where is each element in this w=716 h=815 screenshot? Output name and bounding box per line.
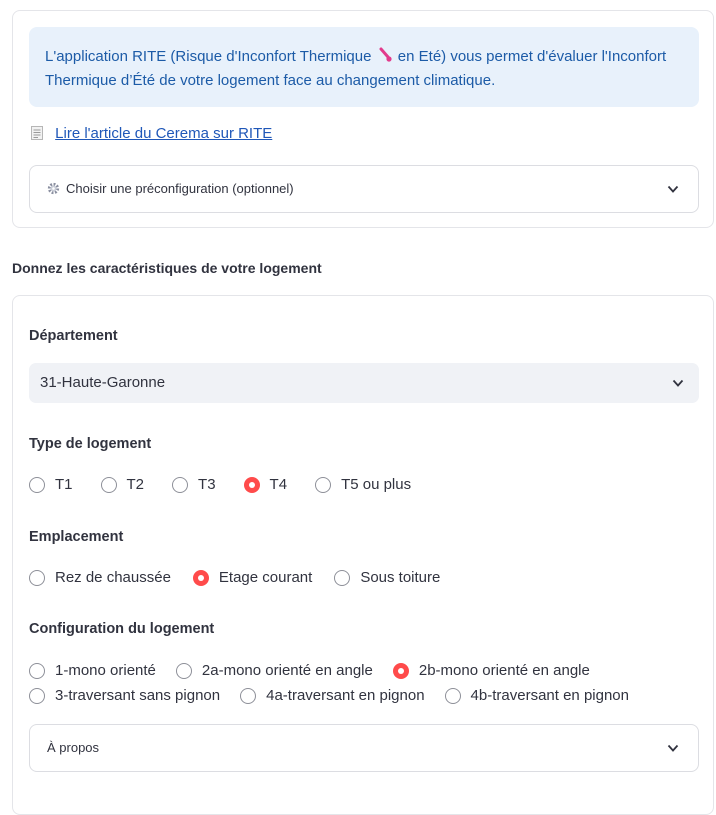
emplacement-radio-group: Rez de chaussée Etage courant Sous toitu…: [29, 569, 440, 586]
radio-label: Rez de chaussée: [55, 569, 171, 586]
radio-circle: [334, 569, 351, 586]
thermometer-icon: [379, 47, 392, 62]
radio-1-mono-oriente[interactable]: 1-mono orienté: [29, 662, 156, 679]
radio-label: T2: [126, 476, 145, 493]
configuration-radio-group-row1: 1-mono orienté 2a-mono orienté en angle …: [29, 662, 590, 679]
radio-circle: [172, 476, 189, 493]
radio-label: T3: [198, 476, 216, 493]
radio-circle: [444, 687, 461, 704]
intro-card: L'application RITE (Risque d'Inconfort T…: [12, 10, 714, 228]
radio-4b-traversant-en-pignon[interactable]: 4b-traversant en pignon: [444, 687, 629, 704]
article-link-row: Lire l'article du Cerema sur RITE: [31, 125, 272, 142]
departement-label: Département: [29, 328, 118, 344]
chevron-down-icon: [667, 744, 679, 752]
apropos-label: À propos: [47, 740, 100, 755]
apropos-expander[interactable]: À propos: [29, 724, 699, 772]
radio-circle: [175, 662, 192, 679]
radio-label: 1-mono orienté: [55, 662, 156, 679]
radio-label: 2a-mono orienté en angle: [201, 662, 373, 679]
logement-form-card: Département 31-Haute-Garonne Type de log…: [12, 295, 714, 815]
radio-label: 4b-traversant en pignon: [470, 687, 629, 704]
radio-3-traversant-sans-pignon[interactable]: 3-traversant sans pignon: [29, 687, 220, 704]
radio-label: T4: [269, 476, 288, 493]
radio-circle-selected: [192, 569, 209, 586]
type-logement-radio-group: T1 T2 T3 T4 T5 ou plus: [29, 476, 411, 493]
radio-circle: [29, 569, 45, 586]
radio-sous-toiture[interactable]: Sous toiture: [334, 569, 440, 586]
radio-etage-courant[interactable]: Etage courant: [192, 569, 313, 586]
radio-circle-selected: [392, 662, 409, 679]
radio-label: T5 ou plus: [341, 476, 412, 493]
intro-text-part1: L'application RITE (Risque d'Inconfort T…: [45, 48, 372, 65]
radio-circle: [240, 687, 257, 704]
radio-label: 2b-mono orienté en angle: [418, 662, 590, 679]
chevron-down-icon: [672, 379, 684, 387]
intro-text-line2: Thermique d’Été de votre logement face a…: [45, 71, 496, 89]
radio-t2[interactable]: T2: [100, 476, 145, 493]
configuration-label: Configuration du logement: [29, 621, 215, 637]
configuration-radio-group-row2: 3-traversant sans pignon 4a-traversant e…: [29, 687, 629, 704]
radio-label: Etage courant: [218, 569, 313, 586]
departement-select[interactable]: 31-Haute-Garonne: [29, 363, 699, 403]
preconfig-label: Choisir une préconfiguration (optionnel): [66, 181, 294, 196]
radio-label: T1: [55, 476, 73, 493]
gear-icon: [47, 182, 60, 195]
intro-info-box: L'application RITE (Risque d'Inconfort T…: [29, 27, 699, 107]
radio-4a-traversant-en-pignon[interactable]: 4a-traversant en pignon: [240, 687, 425, 704]
article-link[interactable]: Lire l'article du Cerema sur RITE: [55, 125, 272, 142]
radio-2a-mono-oriente-en-angle[interactable]: 2a-mono orienté en angle: [175, 662, 373, 679]
radio-circle: [315, 476, 332, 493]
preconfig-label-wrap: Choisir une préconfiguration (optionnel): [47, 181, 294, 196]
radio-circle: [29, 662, 45, 679]
radio-t3[interactable]: T3: [172, 476, 216, 493]
document-icon: [31, 126, 43, 140]
intro-text-part2: en Eté) vous permet d'évaluer l'Inconfor…: [397, 48, 667, 65]
radio-2b-mono-oriente-en-angle[interactable]: 2b-mono orienté en angle: [392, 662, 590, 679]
preconfig-expander[interactable]: Choisir une préconfiguration (optionnel): [29, 165, 699, 213]
type-logement-label: Type de logement: [29, 436, 152, 452]
radio-circle: [29, 476, 45, 493]
radio-label: 4a-traversant en pignon: [266, 687, 425, 704]
radio-circle-selected: [243, 476, 260, 493]
emplacement-label: Emplacement: [29, 529, 124, 545]
radio-label: Sous toiture: [360, 569, 441, 586]
radio-t4[interactable]: T4: [243, 476, 288, 493]
radio-label: 3-traversant sans pignon: [55, 687, 221, 704]
radio-circle: [100, 476, 117, 493]
radio-rez-de-chaussee[interactable]: Rez de chaussée: [29, 569, 171, 586]
section-heading: Donnez les caractéristiques de votre log…: [12, 260, 322, 276]
radio-circle: [29, 687, 45, 704]
radio-t5-ou-plus[interactable]: T5 ou plus: [315, 476, 411, 493]
departement-value: 31-Haute-Garonne: [40, 374, 166, 391]
chevron-down-icon: [667, 185, 679, 193]
radio-t1[interactable]: T1: [29, 476, 73, 493]
